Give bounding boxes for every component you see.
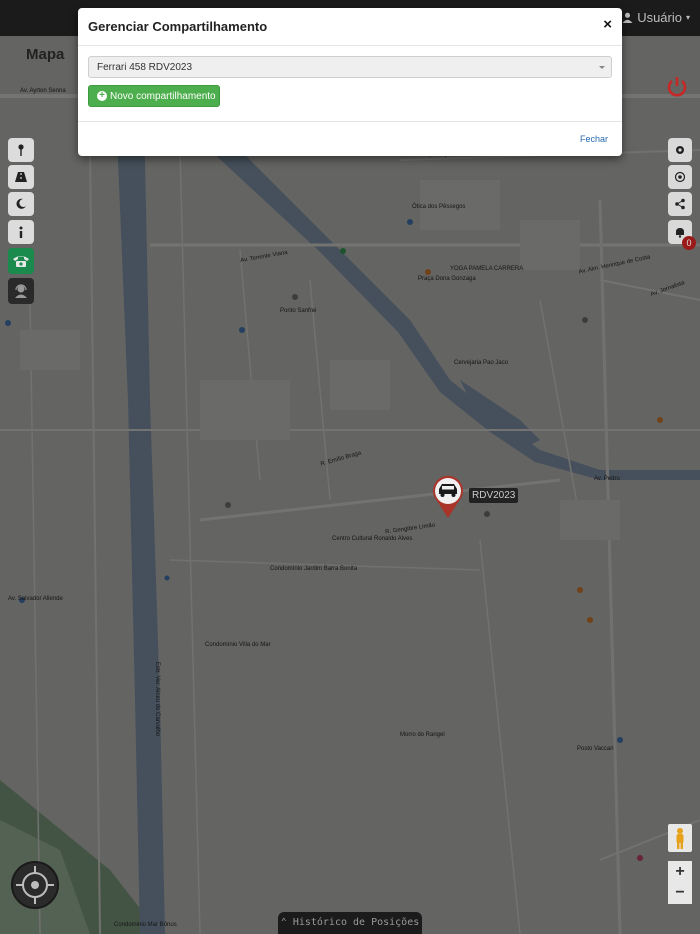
new-share-button[interactable]: + Novo compartilhamento bbox=[88, 85, 220, 107]
street-label: Av. Pedro bbox=[594, 476, 620, 482]
place-label: Centro Cultural Ronaldo Alves bbox=[332, 536, 413, 542]
info-icon bbox=[19, 226, 23, 238]
place-label: Cervejaria Pao Jaco bbox=[454, 360, 509, 366]
share-icon bbox=[675, 198, 685, 210]
marker-tool-button[interactable] bbox=[8, 138, 34, 162]
place-label: Ponto Sanfrei bbox=[280, 308, 317, 314]
headset-icon bbox=[15, 284, 27, 298]
vehicle-marker[interactable] bbox=[431, 475, 465, 519]
power-icon[interactable] bbox=[666, 76, 688, 98]
notification-badge: 0 bbox=[682, 236, 696, 250]
chevron-up-icon: ⌃ bbox=[280, 917, 287, 928]
close-button[interactable]: Fechar bbox=[580, 134, 608, 144]
traffic-layer-button[interactable] bbox=[8, 165, 34, 189]
target-icon bbox=[674, 171, 686, 183]
place-label: Condomínio Villa do Mar bbox=[205, 642, 271, 648]
settings-button[interactable] bbox=[668, 138, 692, 162]
street-label: Av. Salvador Allende bbox=[8, 596, 63, 602]
place-label: Praça Dona Gonzaga bbox=[418, 276, 476, 282]
modal-header: Gerenciar Compartilhamento × bbox=[78, 8, 622, 46]
compass-icon[interactable] bbox=[10, 860, 60, 910]
place-label: Condomínio Jardim Barra Bonita bbox=[270, 566, 358, 572]
chevron-down-icon: ▾ bbox=[685, 13, 690, 22]
zoom-in-button[interactable]: + bbox=[668, 861, 692, 883]
map-pin-icon bbox=[18, 144, 24, 156]
place-label: YOGA PAMELA CARRERA bbox=[450, 266, 524, 272]
pegman-icon bbox=[676, 828, 684, 849]
vehicle-label: RDV2023 bbox=[469, 488, 519, 503]
vehicle-select-value: Ferrari 458 RDV2023 bbox=[97, 62, 193, 73]
map-tiles bbox=[0, 36, 700, 934]
map-title: Mapa bbox=[26, 46, 65, 63]
center-vehicle-button[interactable] bbox=[668, 165, 692, 189]
share-button[interactable] bbox=[668, 192, 692, 216]
support-button[interactable] bbox=[8, 278, 34, 304]
close-icon[interactable]: × bbox=[603, 16, 612, 33]
place-label: Ótica dos Pêssegos bbox=[412, 204, 466, 210]
gear-icon bbox=[676, 146, 684, 154]
moon-icon bbox=[16, 198, 26, 209]
user-icon bbox=[622, 12, 633, 23]
modal-title: Gerenciar Compartilhamento bbox=[88, 19, 268, 34]
road-icon bbox=[15, 172, 27, 182]
share-management-modal: Gerenciar Compartilhamento × Ferrari 458… bbox=[78, 8, 622, 156]
modal-footer: Fechar bbox=[78, 122, 622, 155]
chevron-down-icon bbox=[599, 66, 605, 69]
history-label: Histórico de Posições bbox=[292, 917, 420, 928]
phone-button[interactable] bbox=[8, 248, 34, 274]
modal-body: Ferrari 458 RDV2023 + Novo compartilhame… bbox=[78, 46, 622, 122]
place-label: Condominio Mar Bônus bbox=[114, 922, 177, 928]
plus-circle-icon: + bbox=[97, 91, 107, 101]
place-label: Morro do Rangel bbox=[400, 732, 445, 738]
position-history-tab[interactable]: ⌃ Histórico de Posições bbox=[278, 912, 422, 934]
night-mode-button[interactable] bbox=[8, 192, 34, 216]
street-label: Estr. Ver. Alceu de Carvalho bbox=[154, 661, 161, 737]
user-label: Usuário bbox=[637, 10, 682, 25]
new-share-label: Novo compartilhamento bbox=[110, 90, 216, 102]
street-label: Av. Ayrton Senna bbox=[20, 88, 66, 94]
map-view[interactable]: Av. Tenente Viana Av. Ayrton Senna Av. A… bbox=[0, 36, 700, 934]
user-menu[interactable]: Usuário ▾ bbox=[622, 10, 690, 25]
place-label: Posto Vaccari bbox=[577, 746, 614, 752]
zoom-out-button[interactable]: − bbox=[668, 882, 692, 904]
info-button[interactable] bbox=[8, 220, 34, 244]
vehicle-select[interactable]: Ferrari 458 RDV2023 bbox=[88, 56, 612, 78]
street-view-pegman[interactable] bbox=[668, 824, 692, 852]
phone-icon bbox=[13, 256, 29, 267]
